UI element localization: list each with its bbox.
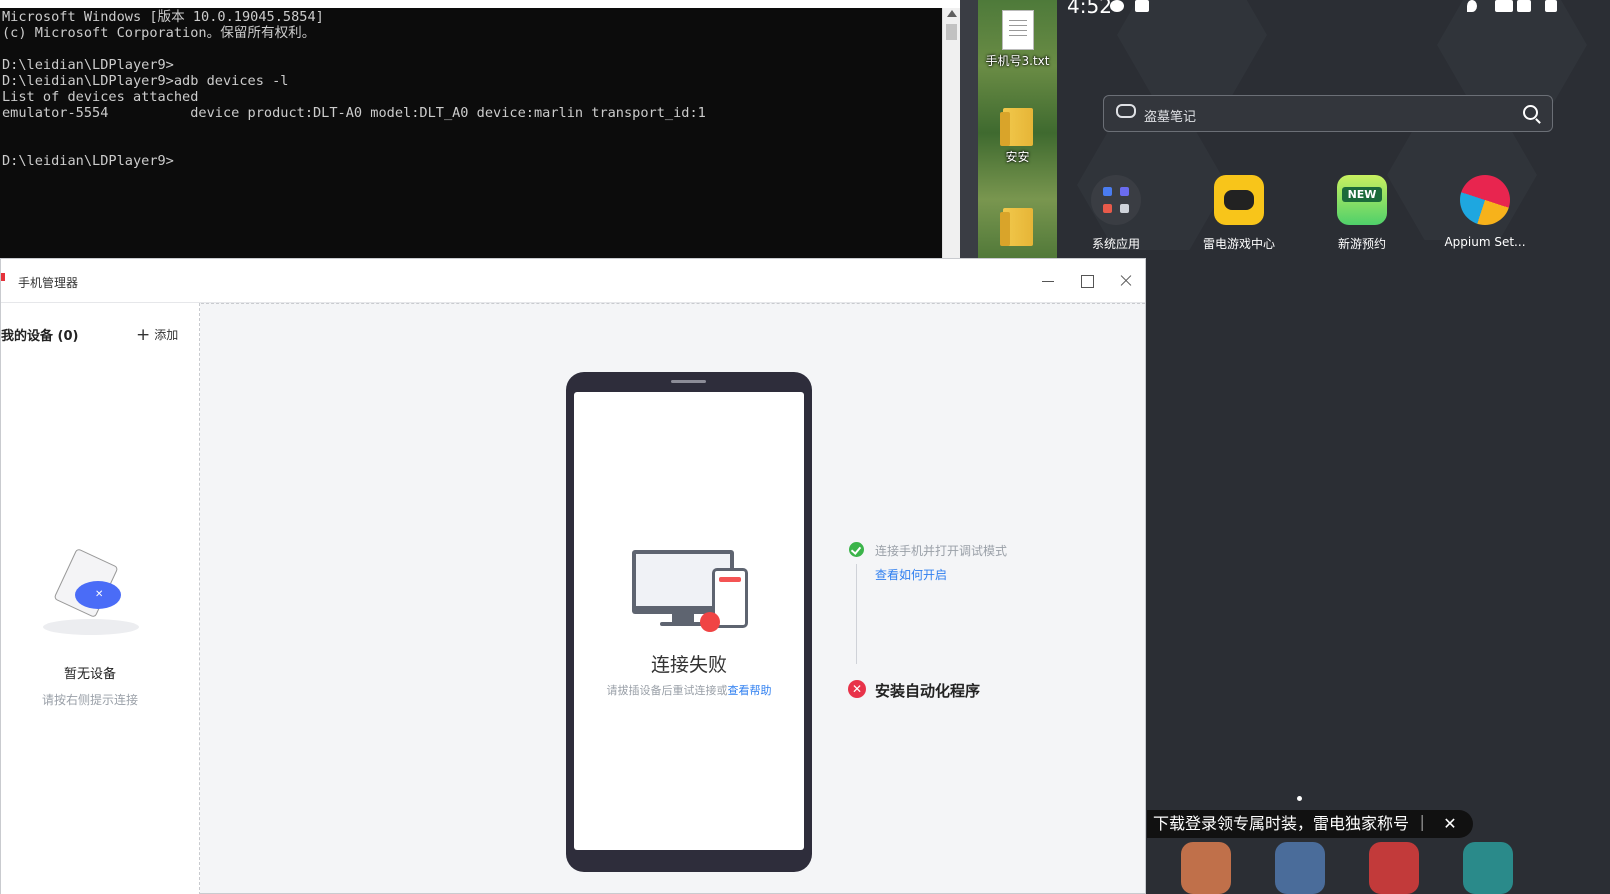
desktop-icon-folder[interactable] [978,208,1057,248]
desktop-icon-label: 安安 [1005,150,1030,164]
close-icon[interactable] [1116,271,1136,291]
game-icon[interactable] [1369,842,1419,894]
app-label: 新游预约 [1337,237,1386,251]
step-debug-mode: 连接手机并打开调试模式 [875,544,1008,558]
game-icon[interactable] [1275,842,1325,894]
new-badge: NEW [1342,187,1382,202]
game-center-icon [1214,175,1264,225]
no-device-illustration: ✕ [37,541,147,641]
add-device-button[interactable]: + 添加 [136,325,178,345]
page-indicator-dot [1297,796,1302,801]
keyboard-icon [1135,0,1149,12]
gamepad-icon [1116,104,1136,118]
phone-screen: 连接失败 请拔插设备后重试连接或查看帮助 [574,392,804,850]
window-title: 手机管理器 [18,276,79,290]
terminal-output: Microsoft Windows [版本 10.0.19045.5854] (… [2,9,706,169]
battery-icon [1545,0,1557,12]
check-icon [849,542,864,557]
desktop-icon-label: 手机号3.txt [985,54,1050,68]
search-icon[interactable] [1523,105,1538,120]
folder-icon [999,208,1033,246]
search-text: 盗墓笔记 [1144,110,1197,125]
plus-icon: + [136,325,151,345]
app-new-games[interactable]: NEW 新游预约 [1307,175,1417,252]
android-status-bar: 4:52 [1057,0,1610,20]
desktop-icon-anan-folder[interactable]: 安安 [978,108,1057,165]
close-icon[interactable]: ✕ [1443,814,1456,833]
my-devices-heading: 我的设备 (0) [1,329,79,344]
terminal-scrollbar[interactable] [942,8,960,266]
phone-manager-window: 手机管理器 我的设备 (0) + 添加 ✕ 暂无设备 请按右侧提示连接 连接失败… [0,258,1146,894]
wifi-icon [1495,0,1513,12]
game-icon[interactable] [1181,842,1231,894]
app-system-apps[interactable]: 系统应用 [1061,175,1171,252]
banner-text: 下载登录领专属时装，雷电独家称号 ｜ [1153,814,1431,833]
sync-icon [1110,0,1124,12]
add-label: 添加 [154,328,179,342]
app-logo-icon [1,273,5,281]
appium-settings-icon [1460,175,1510,225]
location-icon [1467,0,1477,12]
app-appium-settings[interactable]: Appium Set... [1430,175,1540,249]
connection-panel: 连接失败 请拔插设备后重试连接或查看帮助 连接手机并打开调试模式 查看如何开启 … [201,303,1145,893]
empty-hint: 请按右侧提示连接 [41,693,138,707]
device-sidebar: 我的设备 (0) + 添加 ✕ 暂无设备 请按右侧提示连接 [1,303,200,894]
step-connector [856,564,857,664]
emulator-search-bar[interactable]: 盗墓笔记 [1103,95,1553,132]
promo-banner[interactable]: 下载登录领专属时装，雷电独家称号 ｜ ✕ [1147,810,1473,838]
new-games-icon: NEW [1337,175,1387,225]
scroll-up-arrow-icon[interactable] [947,10,957,17]
help-link[interactable]: 查看帮助 [728,684,772,697]
phone-notch [671,380,706,383]
desktop-wallpaper: 手机号3.txt 安安 [978,0,1057,266]
app-game-center[interactable]: 雷电游戏中心 [1184,175,1294,252]
signal-icon [1517,0,1531,12]
error-icon: ✕ [848,680,866,698]
app-label: Appium Set... [1444,235,1526,249]
how-to-enable-link[interactable]: 查看如何开启 [875,566,947,583]
desktop-icon-phone-txt[interactable]: 手机号3.txt [978,10,1057,69]
maximize-icon[interactable] [1077,271,1097,291]
step-install-automation: 安装自动化程序 [875,682,981,700]
game-icon[interactable] [1463,842,1513,894]
connect-failed-title: 连接失败 [650,654,727,676]
text-file-icon [1001,10,1034,50]
clock: 4:52 [1067,0,1112,18]
retry-hint: 请拔插设备后重试连接或查看帮助 [606,684,772,697]
disconnect-icon [700,612,720,632]
window-title-bar[interactable]: 手机管理器 [1,259,1145,303]
empty-title: 暂无设备 [63,667,116,682]
system-apps-icon [1091,175,1141,225]
cmd-terminal-window[interactable]: Microsoft Windows [版本 10.0.19045.5854] (… [0,0,960,266]
phone-mockup: 连接失败 请拔插设备后重试连接或查看帮助 [566,372,812,872]
folder-icon [999,108,1033,146]
desktop-screen: Microsoft Windows [版本 10.0.19045.5854] (… [0,0,1610,894]
minimize-icon[interactable] [1038,271,1058,291]
scrollbar-thumb[interactable] [946,24,957,40]
app-label: 雷电游戏中心 [1202,237,1275,251]
app-label: 系统应用 [1091,237,1140,251]
